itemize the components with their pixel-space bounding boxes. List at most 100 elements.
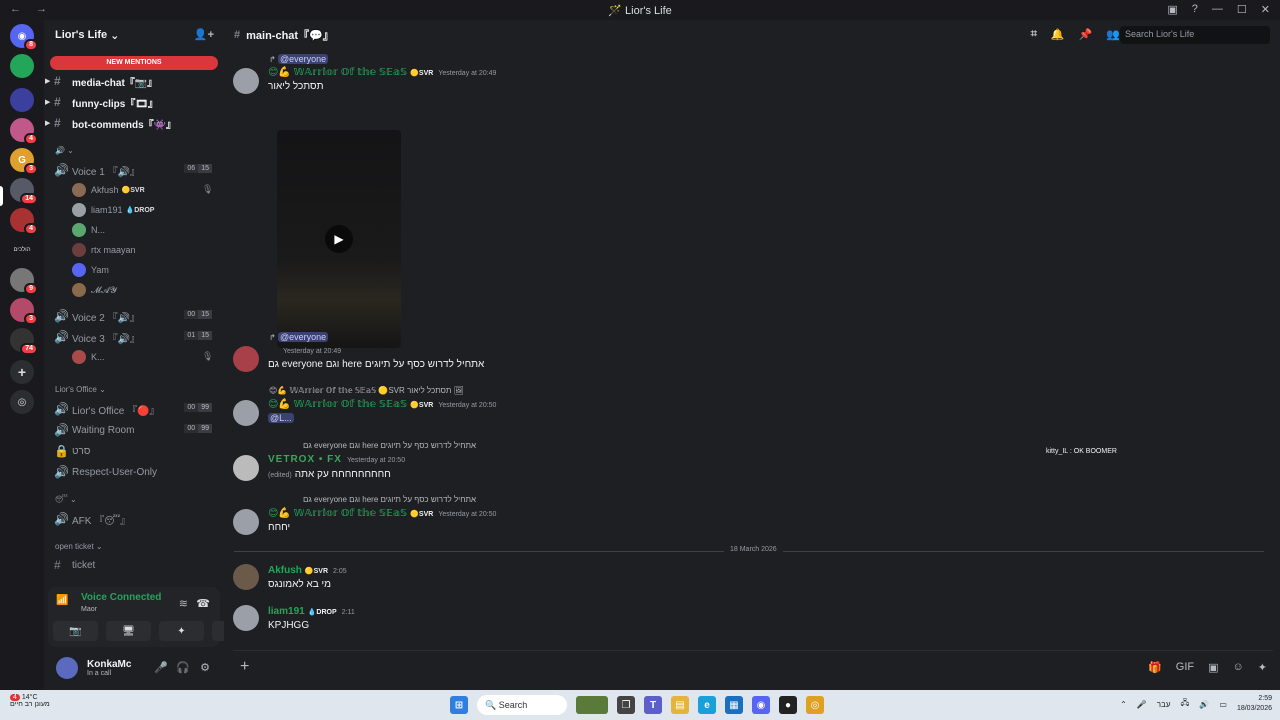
voice-user[interactable]: liam191 💧DROP — [72, 201, 154, 219]
server-icon[interactable]: 4 — [10, 208, 38, 235]
voice-channel-office[interactable]: 🔊 Lior's Office 『🔴』 00 99 — [54, 400, 218, 418]
voice-channel-seret[interactable]: 🔒 סרט — [54, 442, 218, 460]
voice-user[interactable]: rtx maayan — [72, 241, 136, 259]
screen-share-button[interactable]: 🖥 — [106, 621, 151, 641]
apps-icon[interactable]: ✦ — [1258, 661, 1267, 674]
office-category[interactable]: Lior's Office ⌄ — [55, 385, 106, 394]
voice-category[interactable]: 🔊 ⌄ — [55, 146, 74, 155]
start-icon[interactable]: ⊞ — [450, 696, 468, 714]
camera-button[interactable]: 📷 — [53, 621, 98, 641]
chrome-icon[interactable]: ◎ — [806, 696, 824, 714]
activities-button[interactable]: ✦ — [159, 621, 204, 641]
avatar[interactable] — [233, 509, 259, 535]
avatar[interactable] — [233, 564, 259, 590]
avatar[interactable] — [233, 400, 259, 426]
hash-icon: # — [54, 74, 61, 88]
inbox-icon[interactable]: ▣ — [1167, 3, 1177, 16]
bell-icon[interactable]: 🔔 — [1051, 28, 1065, 41]
avatar[interactable] — [233, 346, 259, 372]
avatar[interactable] — [56, 657, 78, 679]
voice-channel-waiting[interactable]: 🔊 Waiting Room 00 99 — [54, 421, 218, 439]
noise-suppression-icon[interactable]: ≋ — [179, 597, 188, 610]
reply-preview[interactable]: ↱ @everyone — [269, 332, 1033, 342]
gift-icon[interactable]: 🎁 — [1148, 661, 1162, 674]
headphones-icon[interactable]: 🎧 — [176, 661, 190, 674]
volume-icon[interactable]: 🔊 — [1199, 700, 1209, 709]
invite-icon[interactable]: 👤+ — [194, 28, 214, 41]
voice-channel-3[interactable]: 🔊 Voice 3 『🔊』 01 15 — [54, 328, 218, 346]
taskbar-search[interactable]: 🔍 Search — [477, 695, 567, 715]
reply-preview[interactable]: 😊💪 𝕎𝔸𝕣𝕣𝕚𝕠𝕣 𝕆𝕗 𝕥𝕙𝕖 𝕊𝔼𝕒𝕊 🟡SVR תסתכל ליאור … — [269, 386, 1033, 395]
voice-user[interactable]: Akfush 🟡SVR — [72, 181, 145, 199]
avatar[interactable] — [233, 605, 259, 631]
server-icon[interactable]: 4 — [10, 118, 38, 145]
edge-icon[interactable]: e — [698, 696, 716, 714]
channel-media-chat[interactable]: ▶ # media-chat『📷』 — [45, 72, 218, 90]
widget-icon[interactable] — [576, 696, 608, 714]
server-icon[interactable] — [10, 54, 34, 78]
microphone-icon[interactable]: 🎤 — [1137, 700, 1147, 709]
maximize-button[interactable]: ☐ — [1237, 3, 1247, 16]
gear-icon[interactable]: ⚙ — [200, 661, 210, 674]
channel-ticket[interactable]: # ticket — [54, 556, 218, 574]
server-icon[interactable]: 14 — [10, 178, 38, 205]
voice-channel-1[interactable]: 🔊 Voice 1 『🔊』 06 15 — [54, 161, 218, 179]
ticket-category[interactable]: open ticket ⌄ — [55, 542, 103, 551]
search-input[interactable]: Search Lior's Life — [1120, 26, 1270, 44]
close-button[interactable]: ✕ — [1261, 3, 1270, 16]
message-composer[interactable]: + 🎁 GIF ▣ ☺ ✦ — [233, 650, 1273, 684]
help-icon[interactable]: ? — [1192, 3, 1198, 16]
voice-user[interactable]: N... — [72, 221, 105, 239]
disconnect-icon[interactable]: ☎ — [196, 597, 210, 610]
voice-user[interactable]: 𝓜𝓐𝓨 — [72, 281, 117, 299]
emoji-icon[interactable]: ☺ — [1233, 661, 1244, 674]
battery-icon[interactable]: ▭ — [1219, 700, 1227, 709]
sticker-icon[interactable]: ▣ — [1208, 661, 1218, 674]
server-icon[interactable] — [10, 88, 34, 112]
pin-icon[interactable]: 📌 — [1079, 28, 1093, 41]
server-icon[interactable]: 3 — [10, 298, 38, 325]
teams-icon[interactable]: T — [644, 696, 662, 714]
network-icon[interactable]: 🖧 — [1181, 697, 1190, 711]
voice-user[interactable]: K... — [72, 348, 105, 366]
members-icon[interactable]: 👥 — [1106, 28, 1120, 41]
afk-category[interactable]: 😴 ⌄ — [55, 495, 77, 504]
task-view-icon[interactable]: ❐ — [617, 696, 635, 714]
file-explorer-icon[interactable]: ▤ — [671, 696, 689, 714]
channel-funny-clips[interactable]: ▶ # funny-clips『🎞』 — [45, 93, 218, 111]
voice-user[interactable]: Yam — [72, 261, 109, 279]
reply-preview[interactable]: ↱ @everyone — [269, 54, 1033, 64]
clock[interactable]: 2:59 18/03/2026 — [1237, 694, 1272, 714]
add-server-icon[interactable]: + — [10, 360, 34, 384]
avatar[interactable] — [233, 68, 259, 94]
app-icon[interactable]: ● — [779, 696, 797, 714]
threads-icon[interactable]: ⌗ — [1031, 28, 1037, 41]
hash-icon: # — [234, 29, 241, 41]
chevron-up-icon[interactable]: ⌃ — [1120, 700, 1127, 709]
discover-icon[interactable]: ◎ — [10, 390, 34, 414]
server-header[interactable]: Lior's Life ⌄ 👤+ — [44, 20, 224, 50]
reply-preview[interactable]: גם everyone וגם here אתחיל לדרוש כסף על … — [303, 441, 1033, 450]
channel-bot-commends[interactable]: ▶ # bot-commends『👾』 — [45, 114, 218, 132]
server-icon[interactable]: 9 — [10, 268, 38, 295]
minimize-button[interactable]: — — [1212, 3, 1223, 16]
play-icon[interactable]: ▶ — [325, 225, 353, 253]
weather-widget[interactable]: 4 14°C מעונן רב חיים — [10, 694, 50, 708]
server-icon[interactable]: G3 — [10, 148, 38, 175]
voice-channel-afk[interactable]: 🔊 AFK 『😴』 — [54, 510, 218, 528]
server-icon[interactable]: 74 — [10, 328, 38, 355]
gif-icon[interactable]: GIF — [1176, 661, 1194, 674]
voice-channel-respect[interactable]: 🔊 Respect-User-Only — [54, 463, 218, 481]
plus-icon[interactable]: + — [240, 658, 249, 676]
discord-home-icon[interactable]: ◉ 8 — [10, 24, 38, 51]
new-mentions-banner[interactable]: NEW MENTIONS — [50, 56, 218, 70]
video-attachment[interactable]: ▶ — [277, 130, 401, 348]
voice-channel-2[interactable]: 🔊 Voice 2 『🔊』 00 15 — [54, 307, 218, 325]
microphone-icon[interactable]: 🎤 — [154, 661, 168, 674]
discord-taskbar-icon[interactable]: ◉ — [752, 696, 770, 714]
language-indicator[interactable]: עבר — [1157, 700, 1171, 709]
store-icon[interactable]: ▦ — [725, 696, 743, 714]
reply-preview[interactable]: גם everyone וגם here אתחיל לדרוש כסף על … — [303, 495, 1033, 504]
voice-status[interactable]: Voice Connected — [81, 592, 161, 603]
avatar[interactable] — [233, 455, 259, 481]
